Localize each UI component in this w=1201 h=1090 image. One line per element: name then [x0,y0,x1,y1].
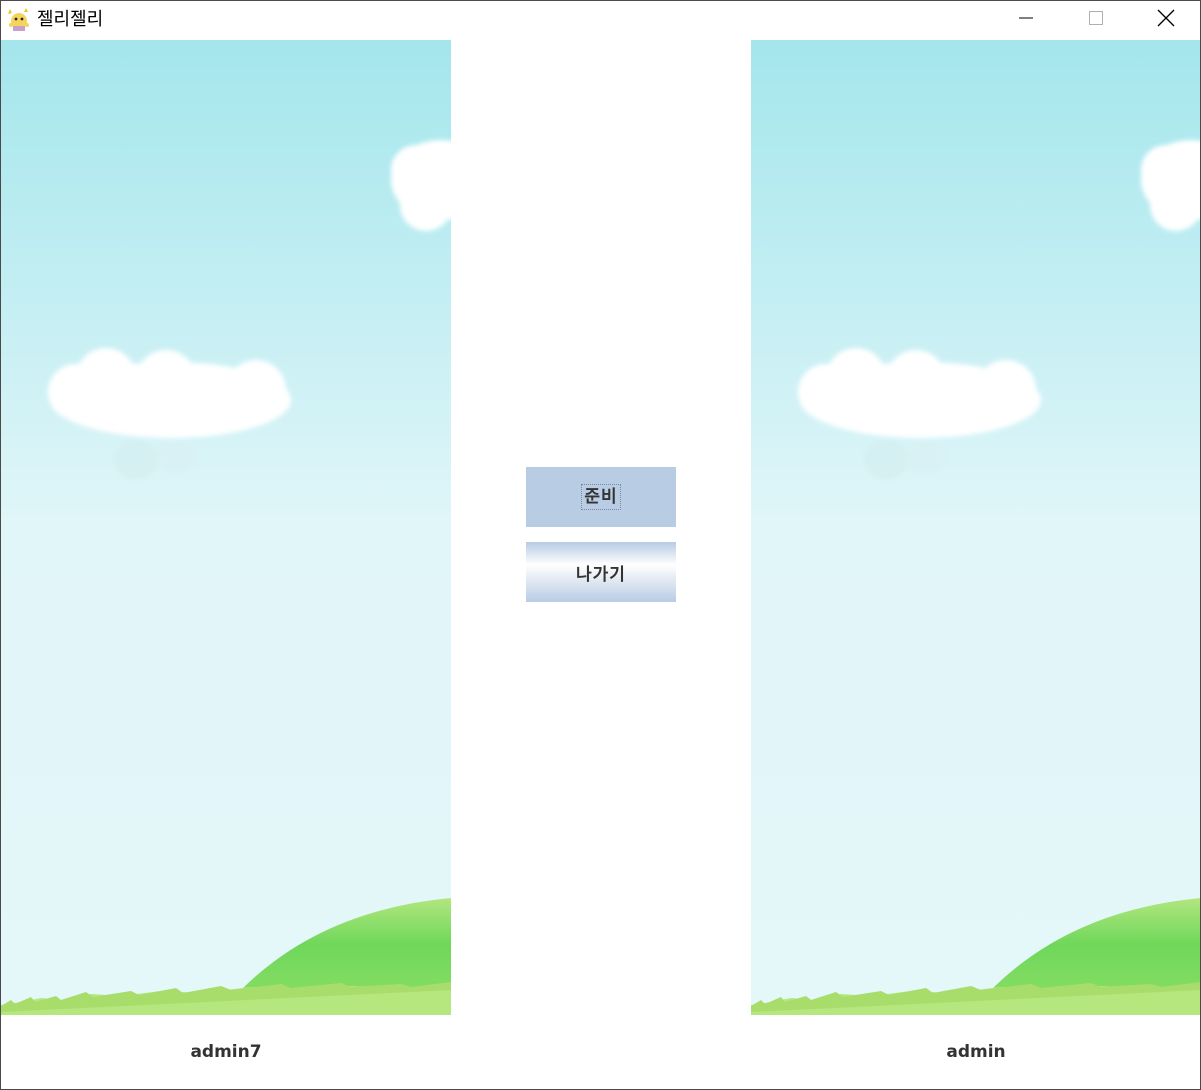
ready-button[interactable]: 준비 [526,467,676,527]
window-title: 젤리젤리 [37,9,104,30]
minimize-icon [1018,10,1034,30]
game-window: 젤리젤리 준비 나가기 admin7 admin [0,0,1201,1090]
maximize-icon [1088,10,1104,30]
title-bar: 젤리젤리 [1,1,1200,39]
sky-background [751,40,1200,1015]
jelly-character-icon [7,7,31,33]
player-username-left: admin7 [190,1042,262,1062]
close-icon [1157,9,1175,31]
ready-button-label: 준비 [581,484,621,510]
exit-button-label: 나가기 [576,564,626,585]
player-panel-right [751,40,1200,1015]
minimize-button[interactable] [991,1,1061,39]
maximize-button[interactable] [1061,1,1131,39]
player-panel-left [1,40,451,1015]
sky-background [1,40,451,1015]
close-button[interactable] [1131,1,1200,39]
player-username-right: admin [946,1042,1006,1062]
exit-button[interactable]: 나가기 [526,542,676,602]
